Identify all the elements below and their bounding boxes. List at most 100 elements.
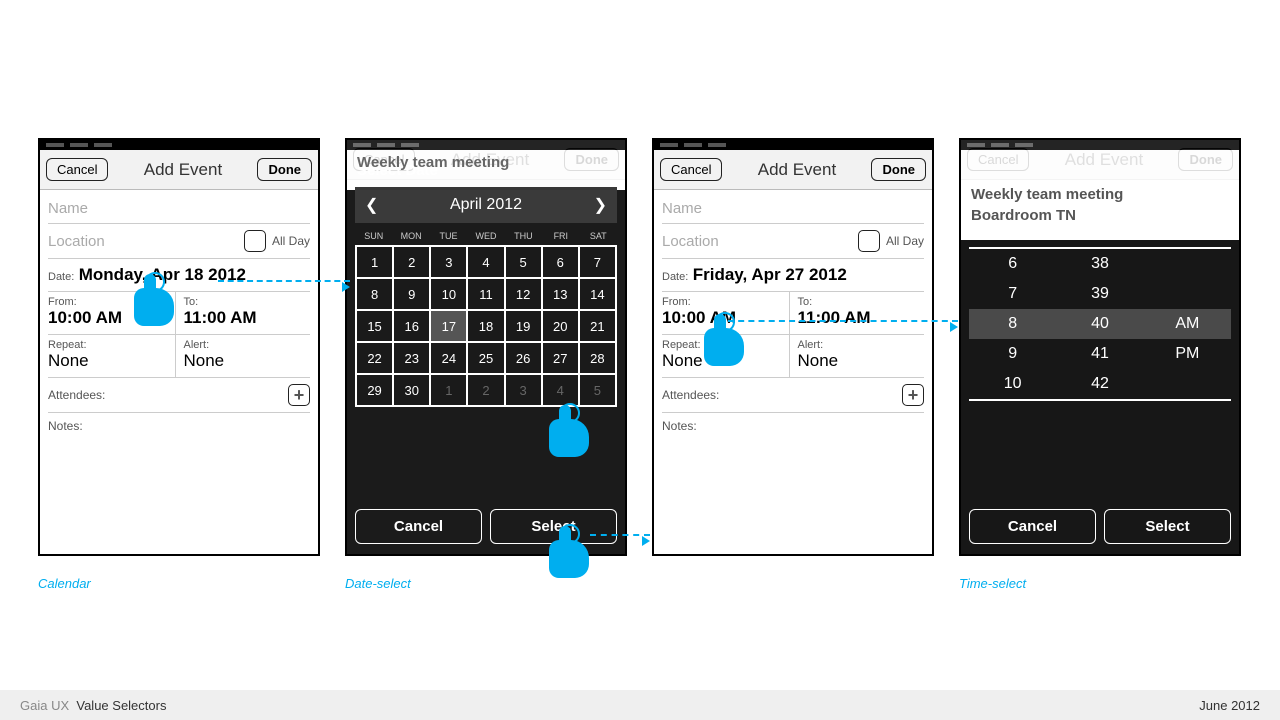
calendar-day[interactable]: 4 <box>543 375 580 407</box>
dow-label: SUN <box>355 227 392 245</box>
repeat-value[interactable]: None <box>48 351 175 371</box>
calendar-day[interactable]: 23 <box>394 343 431 375</box>
alert-value[interactable]: None <box>184 351 311 371</box>
minute-value: 42 <box>1056 369 1143 399</box>
overlay-cancel-button[interactable]: Cancel <box>355 509 482 544</box>
calendar-day[interactable]: 8 <box>357 279 394 311</box>
calendar-day[interactable]: 19 <box>506 311 543 343</box>
prev-month-button[interactable]: ❮ <box>365 195 378 215</box>
to-label: To: <box>798 296 925 308</box>
overlay-cancel-button[interactable]: Cancel <box>969 509 1096 544</box>
calendar-day[interactable]: 18 <box>468 311 505 343</box>
calendar-day[interactable]: 3 <box>431 247 468 279</box>
calendar-day[interactable]: 2 <box>468 375 505 407</box>
calendar-day[interactable]: 27 <box>543 343 580 375</box>
calendar-day[interactable]: 11 <box>468 279 505 311</box>
calendar-day[interactable]: 20 <box>543 311 580 343</box>
attendees-label: Attendees: <box>662 388 719 402</box>
next-month-button[interactable]: ❯ <box>594 195 607 215</box>
allday-checkbox[interactable] <box>244 230 266 252</box>
hour-value: 8 <box>969 309 1056 339</box>
add-attendee-button[interactable]: + <box>902 384 924 406</box>
calendar-day[interactable]: 22 <box>357 343 394 375</box>
picker-row[interactable]: 1042 <box>969 369 1231 399</box>
picker-row[interactable]: 739 <box>969 279 1231 309</box>
calendar-grid: 1234567891011121314151617181920212223242… <box>355 245 617 407</box>
calendar-day[interactable]: 25 <box>468 343 505 375</box>
to-value[interactable]: 11:00 AM <box>184 308 311 328</box>
calendar-day[interactable]: 1 <box>357 247 394 279</box>
dim-header: Cancel Add Event Done <box>961 140 1239 180</box>
allday-label: All Day <box>886 234 924 248</box>
picker-row[interactable]: 638 <box>969 249 1231 279</box>
calendar-day[interactable]: 2 <box>394 247 431 279</box>
page-title: Add Event <box>144 160 222 180</box>
done-button[interactable]: Done <box>871 158 926 181</box>
minute-value: 41 <box>1056 339 1143 369</box>
cancel-button[interactable]: Cancel <box>46 158 108 181</box>
overlay-select-button[interactable]: Select <box>1104 509 1231 544</box>
add-attendee-button[interactable]: + <box>288 384 310 406</box>
calendar-day[interactable]: 6 <box>543 247 580 279</box>
location-input[interactable]: Location <box>662 233 719 250</box>
underlay-name: Weekly team meeting <box>347 148 519 175</box>
dow-label: MON <box>392 227 429 245</box>
dow-label: THU <box>505 227 542 245</box>
calendar-day[interactable]: 24 <box>431 343 468 375</box>
alert-value[interactable]: None <box>798 351 925 371</box>
caption-time-select: Time-select <box>959 576 1026 591</box>
calendar-day[interactable]: 15 <box>357 311 394 343</box>
phone-date-select: Cancel Add Event Done Weekly team meetin… <box>345 138 627 556</box>
minute-value: 39 <box>1056 279 1143 309</box>
connector-time <box>728 320 958 332</box>
calendar-day[interactable]: 9 <box>394 279 431 311</box>
slide-footer: Gaia UX Value Selectors June 2012 <box>0 690 1280 720</box>
dow-label: WED <box>467 227 504 245</box>
calendar-day[interactable]: 26 <box>506 343 543 375</box>
location-input[interactable]: Location <box>48 233 105 250</box>
time-picker[interactable]: 638739840AM941PM1042 <box>969 247 1231 401</box>
minute-value: 40 <box>1056 309 1143 339</box>
calendar-day[interactable]: 10 <box>431 279 468 311</box>
caption-date-select: Date-select <box>345 576 411 591</box>
overlay-title: Select Time <box>961 212 1239 247</box>
calendar-day[interactable]: 14 <box>580 279 617 311</box>
calendar-day[interactable]: 28 <box>580 343 617 375</box>
allday-checkbox[interactable] <box>858 230 880 252</box>
dow-label: SAT <box>580 227 617 245</box>
date-label: Date: <box>662 271 688 283</box>
calendar-day[interactable]: 13 <box>543 279 580 311</box>
calendar-day[interactable]: 12 <box>506 279 543 311</box>
caption-calendar: Calendar <box>38 576 91 591</box>
calendar-day[interactable]: 29 <box>357 375 394 407</box>
picker-row[interactable]: 941PM <box>969 339 1231 369</box>
calendar-day[interactable]: 7 <box>580 247 617 279</box>
from-value[interactable]: 10:00 AM <box>48 308 175 328</box>
dow-label: TUE <box>430 227 467 245</box>
calendar-day[interactable]: 5 <box>580 375 617 407</box>
ampm-value: PM <box>1144 339 1231 369</box>
name-input[interactable]: Name <box>662 194 924 224</box>
connector-select <box>590 534 650 546</box>
hour-value: 9 <box>969 339 1056 369</box>
repeat-label: Repeat: <box>48 339 175 351</box>
calendar-day[interactable]: 4 <box>468 247 505 279</box>
calendar-day[interactable]: 21 <box>580 311 617 343</box>
date-value[interactable]: Friday, Apr 27 2012 <box>693 265 847 284</box>
calendar-day[interactable]: 30 <box>394 375 431 407</box>
picker-row[interactable]: 840AM <box>969 309 1231 339</box>
calendar-day[interactable]: 17 <box>431 311 468 343</box>
name-input[interactable]: Name <box>48 194 310 224</box>
hour-value: 10 <box>969 369 1056 399</box>
repeat-value[interactable]: None <box>662 351 789 371</box>
dow-label: FRI <box>542 227 579 245</box>
calendar-day[interactable]: 3 <box>506 375 543 407</box>
footer-section: Value Selectors <box>76 698 166 713</box>
cancel-button[interactable]: Cancel <box>660 158 722 181</box>
calendar-day[interactable]: 5 <box>506 247 543 279</box>
done-button[interactable]: Done <box>257 158 312 181</box>
calendar-day[interactable]: 16 <box>394 311 431 343</box>
from-label: From: <box>48 296 175 308</box>
calendar-day[interactable]: 1 <box>431 375 468 407</box>
allday-label: All Day <box>272 234 310 248</box>
